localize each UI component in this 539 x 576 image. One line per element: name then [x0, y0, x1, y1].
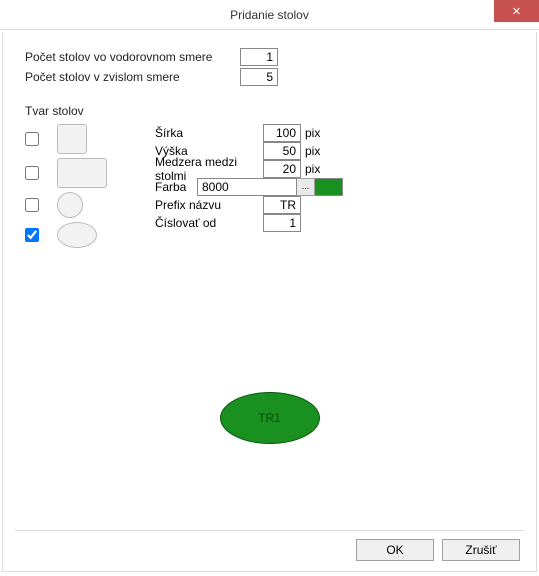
shape-rect-checkbox[interactable]: [25, 166, 39, 180]
shape-square-icon: [57, 124, 87, 154]
horiz-count-input[interactable]: [240, 48, 278, 66]
close-button[interactable]: ✕: [494, 0, 539, 22]
preview-table-label: TR1: [258, 411, 281, 425]
vert-count-input[interactable]: [240, 68, 278, 86]
preview-table: TR1: [220, 392, 320, 444]
properties-column: Šírka pix Výška pix Medzera medzi stolmi…: [155, 124, 514, 252]
close-icon: ✕: [512, 5, 521, 18]
numfrom-label: Číslovať od: [155, 216, 263, 230]
preview-area: TR1: [3, 392, 536, 444]
shape-ellipse-checkbox[interactable]: [25, 228, 39, 242]
button-bar: OK Zrušiť: [356, 539, 520, 561]
gap-unit: pix: [305, 162, 320, 176]
height-unit: pix: [305, 144, 320, 158]
color-label: Farba: [155, 180, 197, 194]
height-input[interactable]: [263, 142, 301, 160]
prefix-input[interactable]: [263, 196, 301, 214]
prefix-label: Prefix názvu: [155, 198, 263, 212]
shapes-column: [25, 124, 155, 252]
color-value-field[interactable]: 8000: [197, 178, 297, 196]
width-label: Šírka: [155, 126, 263, 140]
titlebar: Pridanie stolov ✕: [0, 0, 539, 30]
shape-circle-icon: [57, 192, 83, 218]
shape-rect-icon: [57, 158, 107, 188]
color-picker-button[interactable]: ...: [297, 178, 315, 196]
width-input[interactable]: [263, 124, 301, 142]
divider: [15, 530, 524, 531]
shape-square-checkbox[interactable]: [25, 132, 39, 146]
ok-button[interactable]: OK: [356, 539, 434, 561]
window-title: Pridanie stolov: [0, 8, 539, 22]
cancel-button[interactable]: Zrušiť: [442, 539, 520, 561]
shape-circle-checkbox[interactable]: [25, 198, 39, 212]
dialog-content: Počet stolov vo vodorovnom smere Počet s…: [2, 32, 537, 572]
horiz-count-label: Počet stolov vo vodorovnom smere: [25, 50, 240, 64]
width-unit: pix: [305, 126, 320, 140]
shape-section-label: Tvar stolov: [25, 104, 514, 118]
color-swatch: [315, 178, 343, 196]
gap-input[interactable]: [263, 160, 301, 178]
numfrom-input[interactable]: [263, 214, 301, 232]
vert-count-label: Počet stolov v zvislom smere: [25, 70, 240, 84]
shape-ellipse-icon: [57, 222, 97, 248]
